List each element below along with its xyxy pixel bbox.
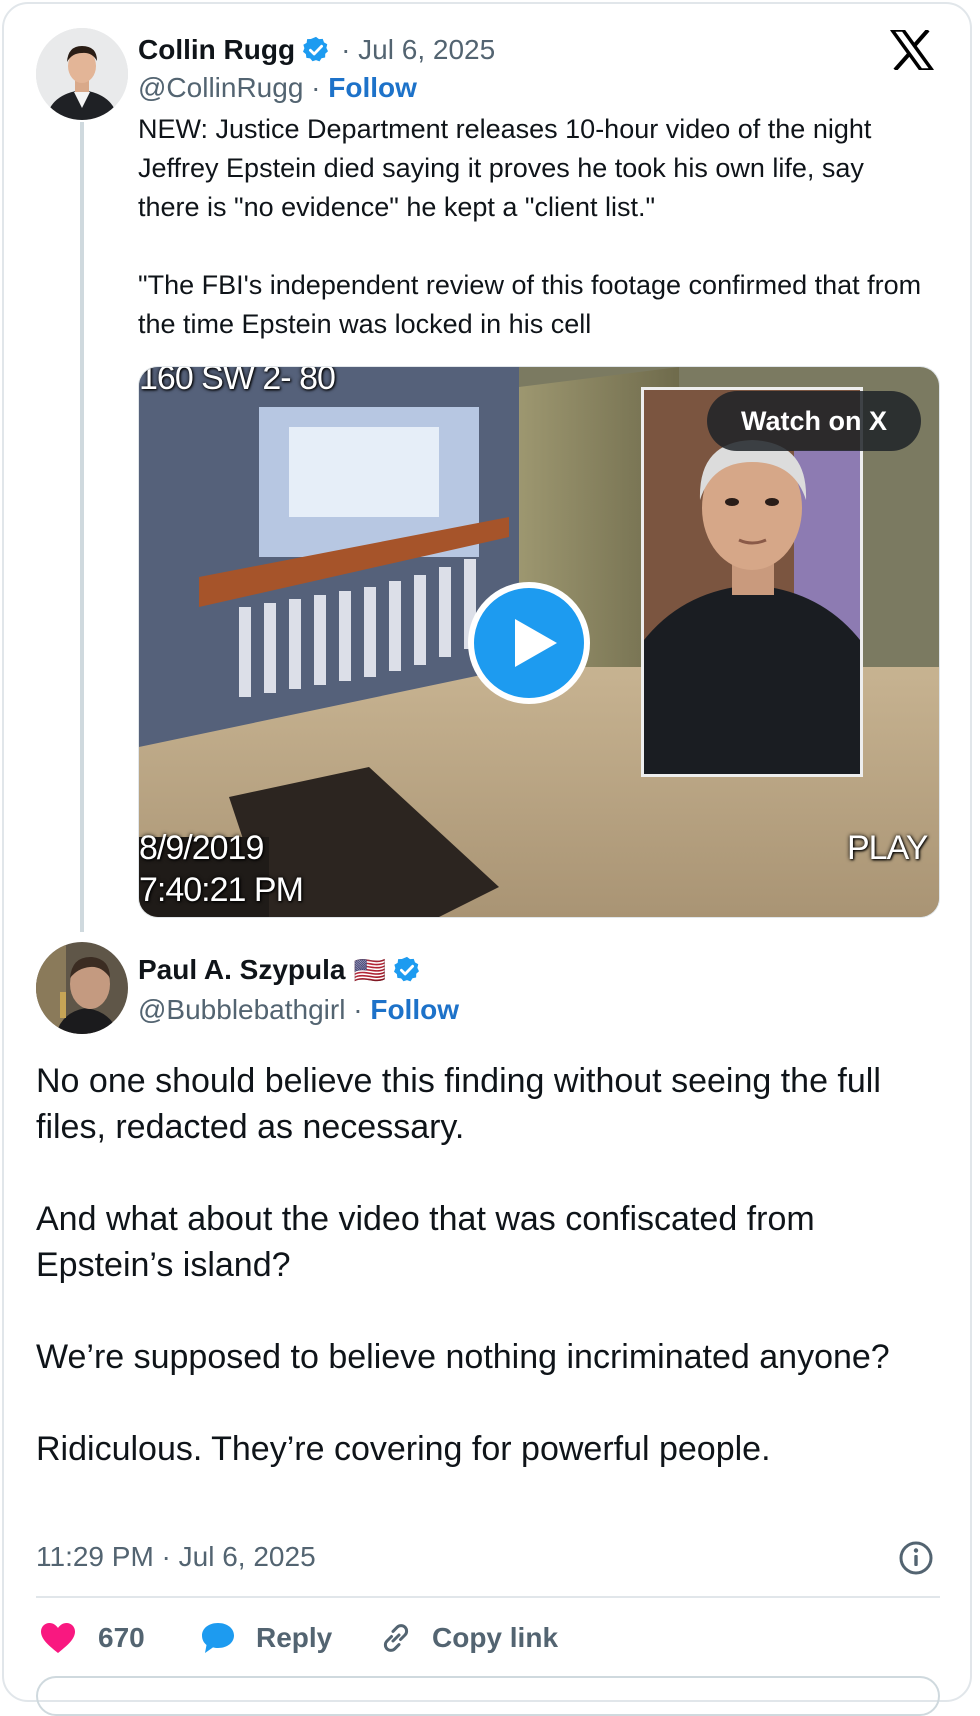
divider <box>36 1596 940 1598</box>
follow-button[interactable]: Follow <box>328 72 417 103</box>
separator: · <box>311 72 321 103</box>
link-icon <box>378 1620 414 1656</box>
avatar-paul-szypula[interactable] <box>36 942 128 1034</box>
cctv-date-label: 8/9/2019 <box>139 829 264 867</box>
tweet-date[interactable]: · Jul 6, 2025 <box>341 34 495 66</box>
reply-button[interactable]: Reply <box>200 1618 332 1658</box>
author-handle[interactable]: @CollinRugg <box>138 72 303 103</box>
tweet-timestamp[interactable]: 11:29 PM · Jul 6, 2025 <box>36 1541 316 1573</box>
verified-badge-icon <box>301 35 331 65</box>
cctv-time-label: 7:40:21 PM <box>139 871 304 909</box>
heart-icon <box>40 1622 76 1654</box>
cctv-play-label: PLAY <box>847 829 928 867</box>
main-tweet-text: No one should believe this finding witho… <box>36 1062 890 1468</box>
quoted-tweet-header: Collin Rugg · Jul 6, 2025 <box>138 30 495 70</box>
main-handle-row: @Bubblebathgirl · Follow <box>138 994 459 1026</box>
verified-badge-icon <box>392 955 422 985</box>
main-tweet-header: Paul A. Szypula 🇺🇸 <box>138 950 422 990</box>
separator: · <box>353 994 363 1025</box>
avatar-collin-rugg[interactable] <box>36 28 128 120</box>
follow-button[interactable]: Follow <box>370 994 459 1025</box>
copy-link-label: Copy link <box>432 1622 559 1653</box>
copy-link-button[interactable]: Copy link <box>378 1618 558 1658</box>
thread-connector <box>80 122 84 932</box>
speech-bubble-icon <box>200 1621 236 1655</box>
x-logo-icon[interactable] <box>890 28 934 72</box>
info-icon[interactable] <box>898 1540 934 1576</box>
like-count: 670 <box>98 1622 145 1653</box>
reply-label: Reply <box>256 1622 333 1653</box>
us-flag-emoji: 🇺🇸 <box>353 954 386 985</box>
read-replies-button-edge[interactable] <box>36 1676 940 1716</box>
author-handle[interactable]: @Bubblebathgirl <box>138 994 345 1025</box>
like-button[interactable]: 670 <box>40 1618 145 1658</box>
quoted-tweet-text: NEW: Justice Department releases 10-hour… <box>138 114 922 339</box>
video-thumbnail[interactable]: Watch on X 160 SW 2- 80 8/9/2019 7:40:21… <box>138 366 940 918</box>
author-name[interactable]: Collin Rugg <box>138 34 295 66</box>
watch-on-x-button[interactable]: Watch on X <box>707 391 921 451</box>
cctv-camera-label: 160 SW 2- 80 <box>139 366 336 397</box>
play-icon[interactable] <box>467 581 591 705</box>
author-name[interactable]: Paul A. Szypula <box>138 954 345 986</box>
quoted-handle-row: @CollinRugg · Follow <box>138 72 417 104</box>
